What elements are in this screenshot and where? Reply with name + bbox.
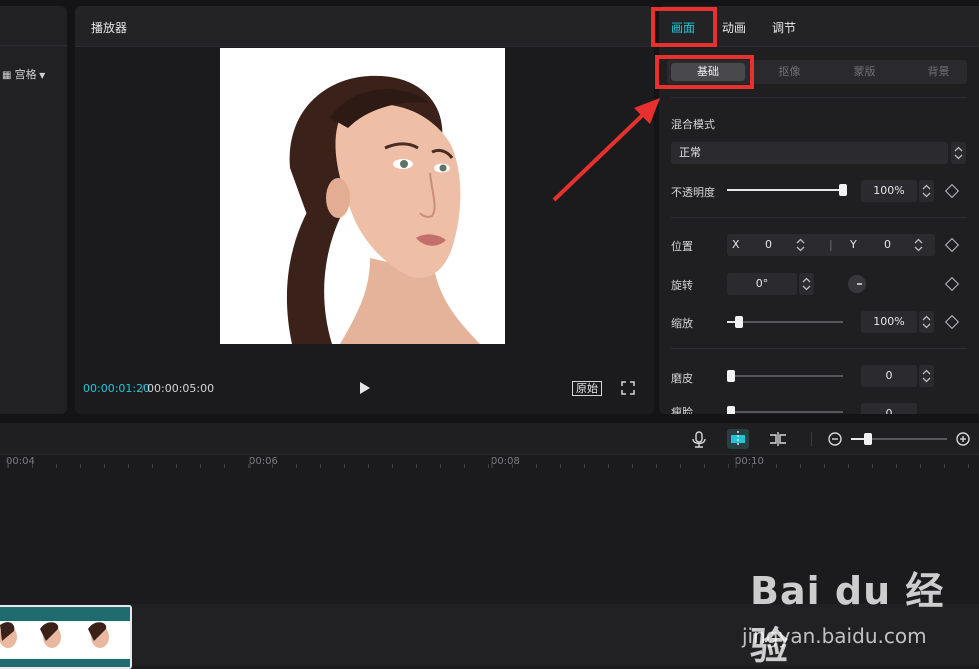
divider [671, 348, 967, 349]
aspect-ratio-button[interactable]: 原始 [572, 381, 602, 396]
time-separator: / [141, 382, 145, 395]
toolbar-divider [811, 432, 812, 446]
chevron-updown-icon [922, 184, 931, 198]
highlight-tab-box [651, 7, 717, 47]
player-title: 播放器 [91, 21, 128, 35]
opacity-keyframe-icon[interactable] [944, 183, 960, 199]
rotation-input[interactable]: 0° [727, 273, 797, 295]
grid-view-label: 宫格 [14, 68, 37, 81]
scale-keyframe-icon[interactable] [944, 314, 960, 330]
rotation-label: 旋转 [671, 279, 693, 292]
position-keyframe-icon[interactable] [944, 237, 960, 253]
microphone-icon [692, 431, 706, 448]
media-panel: ▦ 宫格 ▼ [0, 6, 67, 414]
baidu-watermark-url: jingyan.baidu.com [742, 624, 927, 648]
baidu-watermark-logo: Bai du 经验 [750, 569, 945, 668]
position-y-label: Y [850, 238, 857, 251]
opacity-label: 不透明度 [671, 186, 715, 199]
smoothing-stepper[interactable] [919, 365, 934, 387]
position-label: 位置 [671, 240, 693, 253]
chevron-updown-icon[interactable] [911, 234, 926, 256]
chevron-updown-icon[interactable] [793, 234, 808, 256]
record-audio-button[interactable] [688, 429, 710, 449]
subtab-background[interactable]: 背景 [901, 60, 976, 84]
opacity-slider-knob[interactable] [839, 184, 847, 196]
media-panel-header [0, 6, 67, 46]
tab-adjust[interactable]: 调节 [772, 19, 796, 36]
zoom-in-button[interactable] [953, 429, 975, 449]
slim-face-label: 瘦脸 [671, 406, 693, 414]
chevron-updown-icon [954, 146, 963, 160]
zoom-in-icon [956, 432, 970, 446]
chevron-updown-icon [802, 277, 811, 291]
highlight-subtab-box [655, 55, 754, 89]
opacity-stepper[interactable] [919, 180, 934, 202]
position-x-input[interactable]: 0 [765, 238, 772, 251]
rotation-keyframe-icon[interactable] [944, 276, 960, 292]
fullscreen-button[interactable] [621, 381, 635, 395]
subtab-chroma-key[interactable]: 抠像 [752, 60, 827, 84]
blend-mode-value: 正常 [679, 146, 701, 159]
blend-mode-stepper[interactable] [951, 142, 966, 164]
slim-face-input[interactable]: 0 [861, 403, 917, 414]
chevron-updown-icon [922, 315, 931, 329]
slim-face-slider[interactable] [727, 406, 847, 414]
zoom-out-button[interactable] [825, 429, 847, 449]
grid-icon: ▦ [2, 70, 15, 81]
ruler-ticks [7, 457, 969, 468]
chevron-updown-icon [922, 369, 931, 383]
player-header: 播放器 [75, 6, 654, 47]
zoom-slider-knob[interactable] [864, 433, 872, 445]
player-panel: 播放器 00:00:01:20 / 00:00:05:00 原始 [75, 6, 654, 414]
portrait-image [220, 48, 505, 344]
grid-view-toggle[interactable]: ▦ 宫格 ▼ [2, 66, 45, 82]
blend-mode-label: 混合模式 [671, 118, 715, 131]
preview-canvas[interactable] [220, 48, 505, 344]
scale-label: 缩放 [671, 317, 693, 330]
play-button[interactable] [356, 380, 372, 396]
scale-slider-knob[interactable] [735, 316, 743, 328]
play-icon [360, 382, 370, 394]
smoothing-label: 磨皮 [671, 372, 693, 385]
smoothing-slider-knob[interactable] [727, 370, 735, 382]
snap-icon [731, 431, 745, 447]
tab-animation[interactable]: 动画 [722, 19, 746, 36]
split-icon [770, 432, 786, 446]
video-clip[interactable] [0, 605, 132, 669]
split-button[interactable] [767, 429, 789, 449]
slim-face-slider-knob[interactable] [727, 406, 735, 414]
scale-stepper[interactable] [919, 311, 934, 333]
caret-down-icon: ▼ [36, 71, 46, 80]
divider [671, 217, 967, 218]
total-time: 00:00:05:00 [147, 382, 215, 395]
rotation-dial-icon [848, 275, 866, 293]
rotation-stepper[interactable] [799, 273, 814, 295]
scale-slider[interactable] [727, 316, 847, 328]
position-fields: X 0 | Y 0 [727, 234, 935, 256]
fullscreen-icon [621, 381, 635, 395]
subtab-mask[interactable]: 蒙版 [827, 60, 902, 84]
blend-mode-select[interactable]: 正常 [671, 142, 948, 164]
smoothing-input[interactable]: 0 [861, 365, 917, 387]
divider [671, 97, 967, 98]
position-y-input[interactable]: 0 [884, 238, 891, 251]
zoom-out-icon [828, 432, 842, 446]
scale-input[interactable]: 100% [861, 311, 917, 333]
timeline-toolbar [0, 423, 979, 455]
clip-thumbnails [0, 607, 130, 667]
opacity-slider[interactable] [727, 184, 847, 196]
timeline-zoom-slider[interactable] [851, 433, 947, 445]
opacity-input[interactable]: 100% [861, 180, 917, 202]
position-x-label: X [732, 238, 740, 251]
field-separator: | [829, 238, 833, 251]
rotation-dial[interactable] [847, 274, 867, 294]
timeline-ruler[interactable]: 00:04 00:06 00:08 00:10 [0, 455, 979, 469]
snap-toggle-button[interactable] [727, 429, 749, 449]
smoothing-slider[interactable] [727, 370, 847, 382]
